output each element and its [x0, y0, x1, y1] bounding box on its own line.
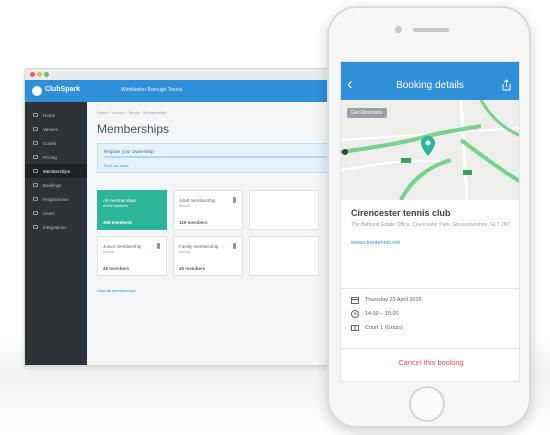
main-content: Home › Venues › Tennis › Memberships Mem… [87, 102, 355, 365]
cancel-booking-button[interactable]: Cancel this booking [341, 358, 519, 367]
calendar-icon [33, 183, 38, 187]
notice-body-text [104, 156, 344, 158]
notice-link[interactable]: Find out more [104, 163, 129, 168]
org-selector[interactable]: Wimbledon Borough Tennis [121, 87, 182, 93]
membership-card-family[interactable]: Family membership Annual 45 members [173, 236, 243, 276]
sidebar-item-bookings[interactable]: Bookings [25, 178, 87, 192]
home-button[interactable] [409, 386, 445, 422]
booking-time-row: 14:00 – 15:00 [351, 310, 399, 318]
notice-title: Register your Ownership [104, 149, 154, 154]
membership-card-all[interactable]: All memberships Active members 368 membe… [97, 190, 167, 230]
nav-title: Booking details [396, 80, 464, 91]
divider [341, 348, 519, 349]
share-icon[interactable] [502, 79, 511, 91]
app-header: ClubSpark Wimbledon Borough Tennis [25, 80, 355, 102]
venue-name: Cirencester tennis club [351, 208, 451, 218]
map-view[interactable]: Get Directions [341, 99, 519, 201]
status-bar [341, 62, 519, 70]
sidebar-item-courts[interactable]: Courts [25, 136, 87, 150]
speaker-grille [413, 28, 449, 32]
building-icon [33, 127, 38, 131]
sidebar-item-pricing[interactable]: Pricing [25, 150, 87, 164]
breadcrumb[interactable]: Home › Venues › Tennis › Memberships [97, 110, 167, 115]
page-title: Memberships [97, 122, 170, 136]
court-icon [351, 325, 359, 331]
court-icon [33, 141, 38, 145]
app-name: ClubSpark [45, 86, 81, 93]
plug-icon [33, 225, 38, 229]
get-directions-button[interactable]: Get Directions [347, 108, 387, 118]
view-all-link[interactable]: View all memberships [97, 288, 136, 293]
desktop-browser-window: ClubSpark Wimbledon Borough Tennis Home … [24, 68, 356, 366]
venue-address: The Bathurst Estate Office, Cirencester … [351, 222, 511, 228]
phone-screen: ‹ Booking details Get Directions Cirence… [340, 61, 520, 382]
calendar-icon [351, 297, 359, 304]
booking-court-row: Court 1 (Grass) [351, 324, 403, 332]
user-icon [33, 211, 38, 215]
camera-icon [395, 26, 402, 33]
membership-card-junior[interactable]: Junior membership Annual 46 members [97, 236, 167, 276]
booking-date-row: Thursday 23 April 2015 [351, 296, 422, 304]
tag-icon [33, 155, 38, 159]
person-icon [233, 197, 236, 203]
membership-card-adult[interactable]: Adult membership Annual 119 members [173, 190, 243, 230]
clubspark-logo-icon [32, 86, 42, 96]
close-window-dot[interactable] [30, 72, 35, 77]
maximize-window-dot[interactable] [44, 72, 49, 77]
sidebar-item-integrations[interactable]: Integrations [25, 220, 87, 234]
info-notice: Register your Ownership Find out more [97, 143, 355, 173]
nav-bar: ‹ Booking details [341, 70, 519, 100]
sidebar-item-programmes[interactable]: Programmes [25, 192, 87, 206]
list-icon [33, 197, 38, 201]
divider [341, 288, 519, 289]
phone-device: ‹ Booking details Get Directions Cirence… [327, 6, 531, 428]
clock-icon [351, 310, 359, 318]
venue-website-link[interactable]: www.cirentennis.net [351, 240, 400, 246]
sidebar-item-memberships[interactable]: Memberships [25, 164, 87, 178]
people-icon [33, 169, 38, 173]
home-icon [33, 113, 38, 117]
map-pin-icon [421, 136, 435, 156]
sidebar-item-home[interactable]: Home [25, 108, 87, 122]
person-icon [157, 243, 160, 249]
family-icon [233, 243, 236, 249]
minimize-window-dot[interactable] [37, 72, 42, 77]
sidebar-item-venues[interactable]: Venues [25, 122, 87, 136]
sidebar-item-users[interactable]: Users [25, 206, 87, 220]
sidebar: Home Venues Courts Pricing Memberships B… [25, 102, 87, 365]
membership-card-3[interactable] [249, 190, 319, 230]
membership-card-6[interactable] [249, 236, 319, 276]
